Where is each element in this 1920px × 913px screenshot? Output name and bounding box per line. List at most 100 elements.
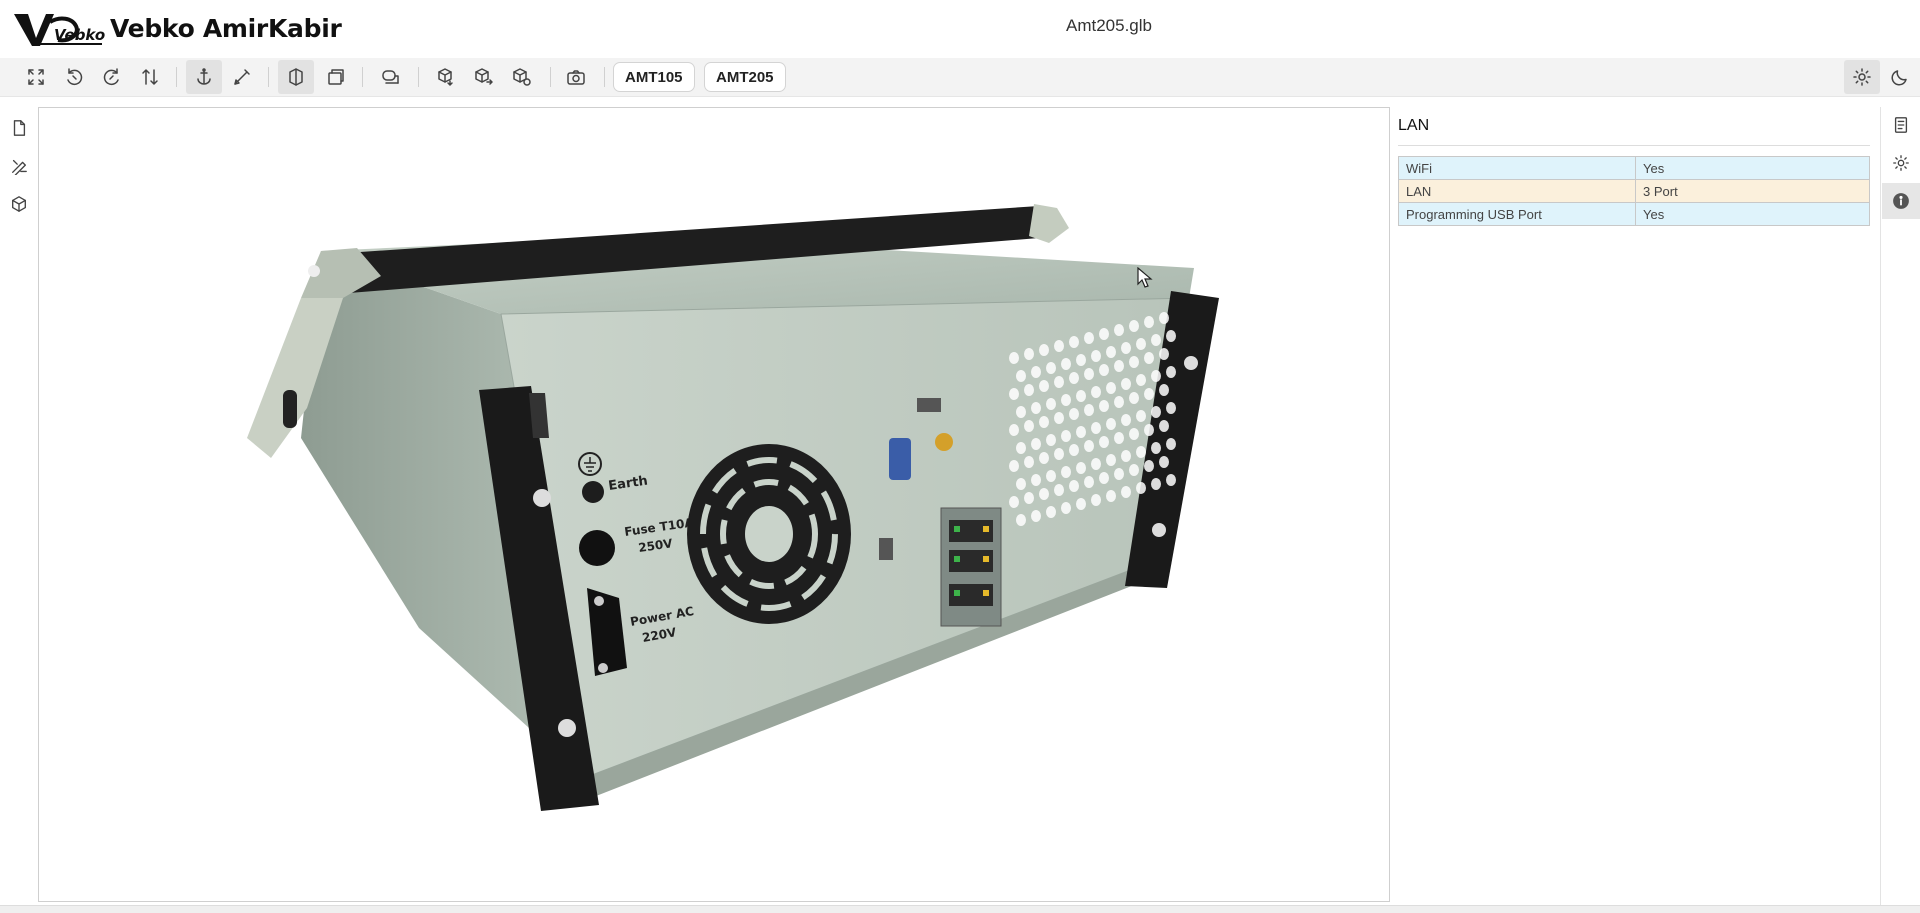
- list-icon: [1894, 117, 1908, 133]
- model-button-amt205[interactable]: AMT205: [704, 62, 786, 92]
- vent-hole: [1166, 330, 1176, 342]
- vent-hole: [1039, 488, 1049, 500]
- moon-icon: [1891, 70, 1907, 86]
- settings-button[interactable]: [1882, 145, 1920, 181]
- cube-right-icon: [475, 68, 493, 85]
- info-button[interactable]: [1882, 183, 1920, 219]
- vent-hole: [1129, 356, 1139, 368]
- vent-hole: [1114, 432, 1124, 444]
- flip-vertical-icon: [142, 69, 158, 85]
- rotate-right-button[interactable]: [94, 60, 130, 94]
- vent-hole: [1054, 376, 1064, 388]
- vent-hole: [1121, 486, 1131, 498]
- usb-port: [879, 538, 893, 560]
- file-title-wrap: Amt205.glb: [0, 16, 1920, 36]
- property-row[interactable]: WiFi Yes: [1398, 156, 1870, 180]
- vent-hole: [1046, 506, 1056, 518]
- settings-icon: [1893, 155, 1909, 171]
- vent-hole: [1069, 336, 1079, 348]
- vent-hole: [1151, 478, 1161, 490]
- vent-hole: [1121, 378, 1131, 390]
- light-theme-button[interactable]: [1844, 60, 1880, 94]
- vent-hole: [1106, 346, 1116, 358]
- vent-hole: [1144, 388, 1154, 400]
- properties-list-button[interactable]: [1882, 107, 1920, 143]
- vent-hole: [1069, 480, 1079, 492]
- vent-hole: [1166, 402, 1176, 414]
- vent-hole: [1076, 354, 1086, 366]
- document-icon: [13, 120, 26, 136]
- cube-front-button[interactable]: [428, 60, 464, 94]
- vent-hole: [1009, 496, 1019, 508]
- sun-icon: [1853, 68, 1871, 86]
- property-value: Yes: [1635, 156, 1870, 180]
- explode-button[interactable]: [372, 60, 408, 94]
- cube-top-button[interactable]: [504, 60, 540, 94]
- toolbar-separator: [176, 67, 177, 87]
- rotate-left-button[interactable]: [56, 60, 92, 94]
- model-viewer[interactable]: Earth Fuse T10A 250V Power AC 220V: [38, 107, 1390, 902]
- toolbar-separator: [268, 67, 269, 87]
- vent-hole: [1114, 396, 1124, 408]
- vent-hole: [1016, 442, 1026, 454]
- section-button[interactable]: [278, 60, 314, 94]
- fit-view-button[interactable]: [18, 60, 54, 94]
- vent-hole: [1076, 390, 1086, 402]
- vent-hole: [1099, 472, 1109, 484]
- model-tree-button[interactable]: [8, 193, 30, 215]
- vent-hole: [1159, 456, 1169, 468]
- vent-hole: [1076, 498, 1086, 510]
- info-panel: LAN WiFi Yes LAN 3 Port Programming USB Port…: [1398, 107, 1870, 900]
- lan-ports: [940, 507, 1002, 627]
- property-value: 3 Port: [1635, 179, 1870, 203]
- screenshot-button[interactable]: [558, 60, 594, 94]
- antenna-connector: [935, 433, 953, 451]
- rotate-right-icon: [103, 68, 119, 86]
- vent-hole: [1024, 492, 1034, 504]
- vent-hole: [1106, 454, 1116, 466]
- vent-hole: [1106, 382, 1116, 394]
- vent-hole: [1024, 384, 1034, 396]
- explode-icon: [382, 70, 399, 84]
- vent-hole: [1009, 424, 1019, 436]
- file-title: Amt205.glb: [1066, 16, 1152, 35]
- vent-hole: [1099, 436, 1109, 448]
- dark-theme-button[interactable]: [1882, 60, 1918, 94]
- property-row[interactable]: Programming USB Port Yes: [1398, 202, 1870, 226]
- pages-button[interactable]: [318, 60, 354, 94]
- vent-hole: [1106, 490, 1116, 502]
- flip-vertical-button[interactable]: [132, 60, 168, 94]
- vent-hole: [1046, 362, 1056, 374]
- measure-button[interactable]: [224, 60, 260, 94]
- vent-hole: [1061, 358, 1071, 370]
- vent-hole: [1099, 400, 1109, 412]
- fit-view-icon: [28, 69, 44, 85]
- document-button[interactable]: [8, 117, 30, 139]
- vent-hole: [1159, 312, 1169, 324]
- camera-icon: [567, 70, 585, 85]
- vent-hole: [1016, 370, 1026, 382]
- draw-button[interactable]: [8, 155, 30, 177]
- vent-hole: [1151, 334, 1161, 346]
- vent-hole: [1106, 418, 1116, 430]
- vent-hole: [1039, 452, 1049, 464]
- model-button-amt105[interactable]: AMT105: [613, 62, 695, 92]
- cube-front-icon: [438, 68, 453, 86]
- vent-hole: [1136, 446, 1146, 458]
- mouse-cursor-icon: [1137, 267, 1153, 288]
- property-row[interactable]: LAN 3 Port: [1398, 179, 1870, 203]
- toolbar-separator: [418, 67, 419, 87]
- panel-title: LAN: [1398, 117, 1870, 146]
- vent-hole: [1076, 462, 1086, 474]
- cube-right-button[interactable]: [466, 60, 502, 94]
- vent-hole: [1129, 320, 1139, 332]
- anchor-icon: [197, 68, 211, 85]
- vent-hole: [1061, 430, 1071, 442]
- vent-hole: [1151, 442, 1161, 454]
- vent-hole: [1046, 398, 1056, 410]
- vent-hole: [1166, 366, 1176, 378]
- vent-hole: [1054, 448, 1064, 460]
- vent-hole: [1084, 404, 1094, 416]
- device-model: Earth Fuse T10A 250V Power AC 220V: [247, 204, 1219, 811]
- anchor-button[interactable]: [186, 60, 222, 94]
